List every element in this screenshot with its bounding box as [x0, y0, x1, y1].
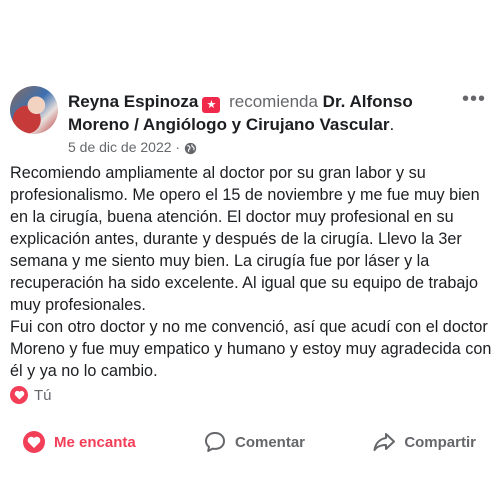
share-arrow-icon	[372, 430, 396, 454]
recommendation-post: Reyna Espinoza ★ recomienda Dr. Alfonso M…	[0, 0, 500, 500]
reaction-summary[interactable]: Tú	[10, 386, 52, 404]
author-name[interactable]: Reyna Espinoza	[68, 92, 198, 111]
heart-icon	[10, 386, 28, 404]
author-line: Reyna Espinoza ★ recomienda Dr. Alfonso M…	[68, 90, 458, 136]
globe-icon	[184, 141, 197, 154]
comment-label: Comentar	[235, 433, 306, 451]
business-suffix: .	[389, 115, 395, 134]
comment-bubble-icon	[203, 430, 227, 454]
post-meta: 5 de dic de 2022 ·	[68, 138, 197, 156]
love-label: Me encanta	[54, 433, 136, 451]
star-badge-icon: ★	[202, 97, 221, 113]
love-heart-icon	[22, 430, 46, 454]
share-button[interactable]: Compartir	[372, 430, 476, 454]
avatar[interactable]	[10, 86, 58, 134]
post-body: Recomiendo ampliamente al doctor por su …	[10, 164, 492, 380]
action-bar: Me encanta Comentar Compartir	[0, 420, 500, 464]
more-options-icon[interactable]: •••	[462, 89, 486, 109]
post-date[interactable]: 5 de dic de 2022 ·	[68, 138, 180, 156]
love-button[interactable]: Me encanta	[22, 430, 136, 454]
share-label: Compartir	[404, 433, 476, 451]
reaction-label: Tú	[34, 386, 52, 404]
recommend-text: recomienda	[229, 92, 318, 111]
post-header: Reyna Espinoza ★ recomienda Dr. Alfonso M…	[10, 84, 490, 156]
comment-button[interactable]: Comentar	[203, 430, 305, 454]
